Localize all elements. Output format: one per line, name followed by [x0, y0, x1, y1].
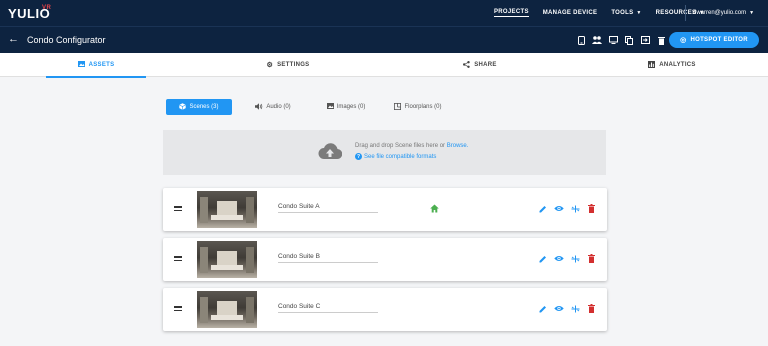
drag-handle-icon[interactable]	[174, 306, 182, 312]
compare-icon[interactable]	[567, 203, 583, 214]
scene-actions	[535, 203, 599, 214]
eye-icon[interactable]	[551, 303, 567, 314]
project-title: Condo Configurator	[27, 35, 106, 45]
desktop-icon[interactable]	[605, 35, 621, 45]
scene-thumbnail	[197, 191, 257, 228]
drag-handle-icon[interactable]	[174, 206, 182, 212]
filter-floorplans[interactable]: Floorplans (0)	[388, 99, 448, 115]
browse-link[interactable]: Browse.	[447, 143, 469, 149]
scene-actions	[535, 303, 599, 314]
edit-icon[interactable]	[535, 203, 551, 214]
tab-analytics[interactable]: ANALYTICS	[622, 53, 722, 77]
home-icon	[430, 204, 439, 213]
project-header: ← Condo Configurator ◎ HOTSPOT EDITOR	[0, 26, 768, 53]
delete-icon[interactable]	[583, 203, 599, 214]
scene-row: Condo Suite B	[163, 238, 607, 281]
scene-name-field[interactable]: Condo Suite C	[278, 301, 378, 313]
nav-divider	[685, 5, 686, 21]
compare-icon[interactable]	[567, 253, 583, 264]
tab-settings[interactable]: ⚙ SETTINGS	[238, 53, 338, 77]
export-icon[interactable]	[637, 35, 653, 45]
speaker-icon	[255, 102, 263, 112]
caret-down-icon: ▼	[636, 10, 642, 16]
cloud-upload-icon	[318, 143, 342, 160]
user-email: dwarren@yulio.com	[693, 10, 747, 16]
edit-icon[interactable]	[535, 303, 551, 314]
gear-icon: ⚙	[266, 62, 274, 69]
yulio-logo[interactable]: YULIO VR	[8, 5, 52, 21]
eye-icon[interactable]	[551, 253, 567, 264]
project-tabs: ASSETS ⚙ SETTINGS SHARE ANALYTICS	[0, 53, 768, 78]
eye-icon[interactable]	[551, 203, 567, 214]
trash-icon[interactable]	[653, 35, 669, 45]
delete-icon[interactable]	[583, 303, 599, 314]
edit-icon[interactable]	[535, 253, 551, 264]
drag-handle-icon[interactable]	[174, 256, 182, 262]
project-toolbar	[573, 35, 669, 45]
help-icon: ?	[355, 153, 362, 160]
delete-icon[interactable]	[583, 253, 599, 264]
nav-manage-device[interactable]: MANAGE DEVICE	[543, 10, 598, 16]
hotspot-editor-button[interactable]: ◎ HOTSPOT EDITOR	[669, 32, 759, 48]
compare-icon[interactable]	[567, 303, 583, 314]
scene-thumbnail	[197, 291, 257, 328]
tab-share[interactable]: SHARE	[430, 53, 530, 77]
caret-down-icon: ▼	[749, 10, 755, 16]
back-arrow-icon[interactable]: ←	[8, 33, 19, 45]
filter-images[interactable]: Images (0)	[320, 99, 372, 115]
image-icon	[326, 103, 334, 111]
hotspot-editor-label: HOTSPOT EDITOR	[690, 37, 748, 43]
people-icon[interactable]	[589, 35, 605, 45]
scene-name-field[interactable]: Condo Suite B	[278, 251, 378, 263]
tablet-icon[interactable]	[573, 35, 589, 45]
compatible-formats-link[interactable]: ? See file compatible formats	[355, 153, 436, 160]
filter-scenes[interactable]: Scenes (3)	[166, 99, 232, 115]
image-icon	[77, 61, 85, 69]
floorplan-icon	[394, 102, 402, 112]
share-icon	[463, 60, 470, 70]
user-menu[interactable]: dwarren@yulio.com ▼	[693, 0, 754, 26]
top-navbar: YULIO VR PROJECTS MANAGE DEVICE TOOLS ▼ R…	[0, 0, 768, 26]
dropzone-instructions: Drag and drop Scene files here or Browse…	[355, 143, 469, 149]
filter-audio[interactable]: Audio (0)	[248, 99, 298, 115]
scene-row: Condo Suite C	[163, 288, 607, 331]
target-icon: ◎	[680, 37, 687, 44]
chart-icon	[648, 60, 656, 70]
logo-vr-badge: VR	[42, 5, 52, 11]
scene-thumbnail	[197, 241, 257, 278]
scene-dropzone[interactable]: Drag and drop Scene files here or Browse…	[163, 130, 606, 175]
nav-tools[interactable]: TOOLS ▼	[611, 10, 641, 16]
tab-assets[interactable]: ASSETS	[46, 53, 146, 78]
nav-projects[interactable]: PROJECTS	[494, 9, 529, 17]
copy-icon[interactable]	[621, 35, 637, 45]
scene-actions	[535, 253, 599, 264]
scene-row: Condo Suite A	[163, 188, 607, 231]
scene-name-field[interactable]: Condo Suite A	[278, 201, 378, 213]
cube-icon	[179, 102, 187, 112]
